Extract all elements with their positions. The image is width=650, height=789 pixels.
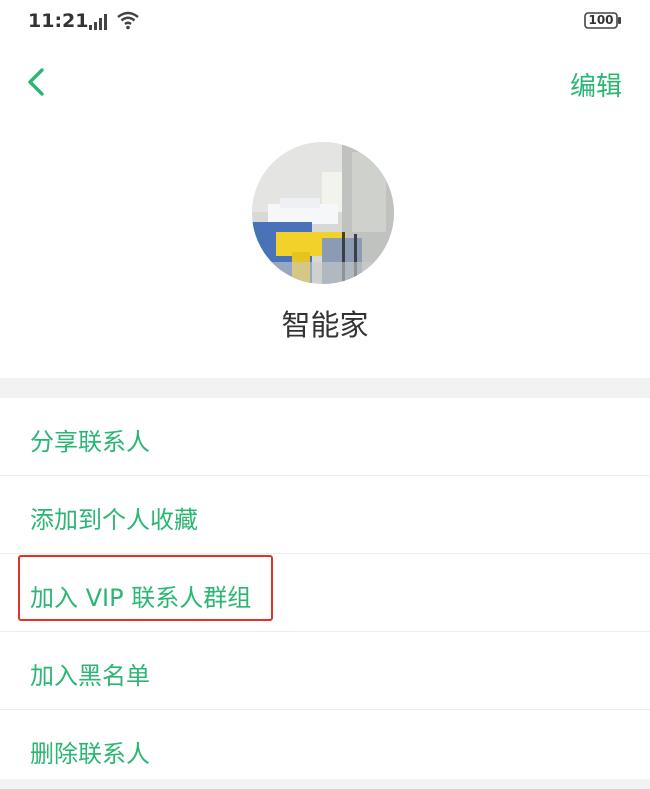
- contact-name: 智能家: [281, 308, 369, 342]
- menu-item-delete-contact[interactable]: 删除联系人: [0, 710, 650, 787]
- contact-actions-menu: 分享联系人 添加到个人收藏 加入 VIP 联系人群组 加入黑名单 删除联系人: [0, 398, 650, 787]
- menu-item-label: 分享联系人: [30, 428, 150, 456]
- menu-item-share-contact[interactable]: 分享联系人: [0, 398, 650, 476]
- menu-item-label: 添加到个人收藏: [30, 506, 198, 534]
- menu-item-label: 加入 VIP 联系人群组: [30, 584, 252, 612]
- chevron-left-icon: [28, 68, 44, 96]
- nav-bar: 编辑: [0, 52, 650, 112]
- battery-icon: 100: [584, 12, 622, 29]
- back-button[interactable]: [18, 62, 58, 102]
- edit-button[interactable]: 编辑: [570, 66, 622, 103]
- menu-item-add-to-vip-group[interactable]: 加入 VIP 联系人群组: [0, 554, 650, 632]
- bottom-divider: [0, 779, 650, 789]
- status-time: 11:21: [28, 10, 89, 32]
- wifi-icon: [117, 11, 139, 30]
- battery-level: 100: [588, 13, 614, 27]
- menu-item-add-to-blacklist[interactable]: 加入黑名单: [0, 632, 650, 710]
- menu-item-label: 删除联系人: [30, 740, 150, 768]
- status-bar: 11:21 100: [0, 0, 650, 44]
- menu-item-label: 加入黑名单: [30, 662, 150, 690]
- avatar[interactable]: [252, 142, 394, 284]
- signal-icon: [89, 14, 107, 30]
- photo-avatar: [252, 142, 394, 284]
- section-divider: [0, 378, 650, 398]
- menu-item-add-to-favorites[interactable]: 添加到个人收藏: [0, 476, 650, 554]
